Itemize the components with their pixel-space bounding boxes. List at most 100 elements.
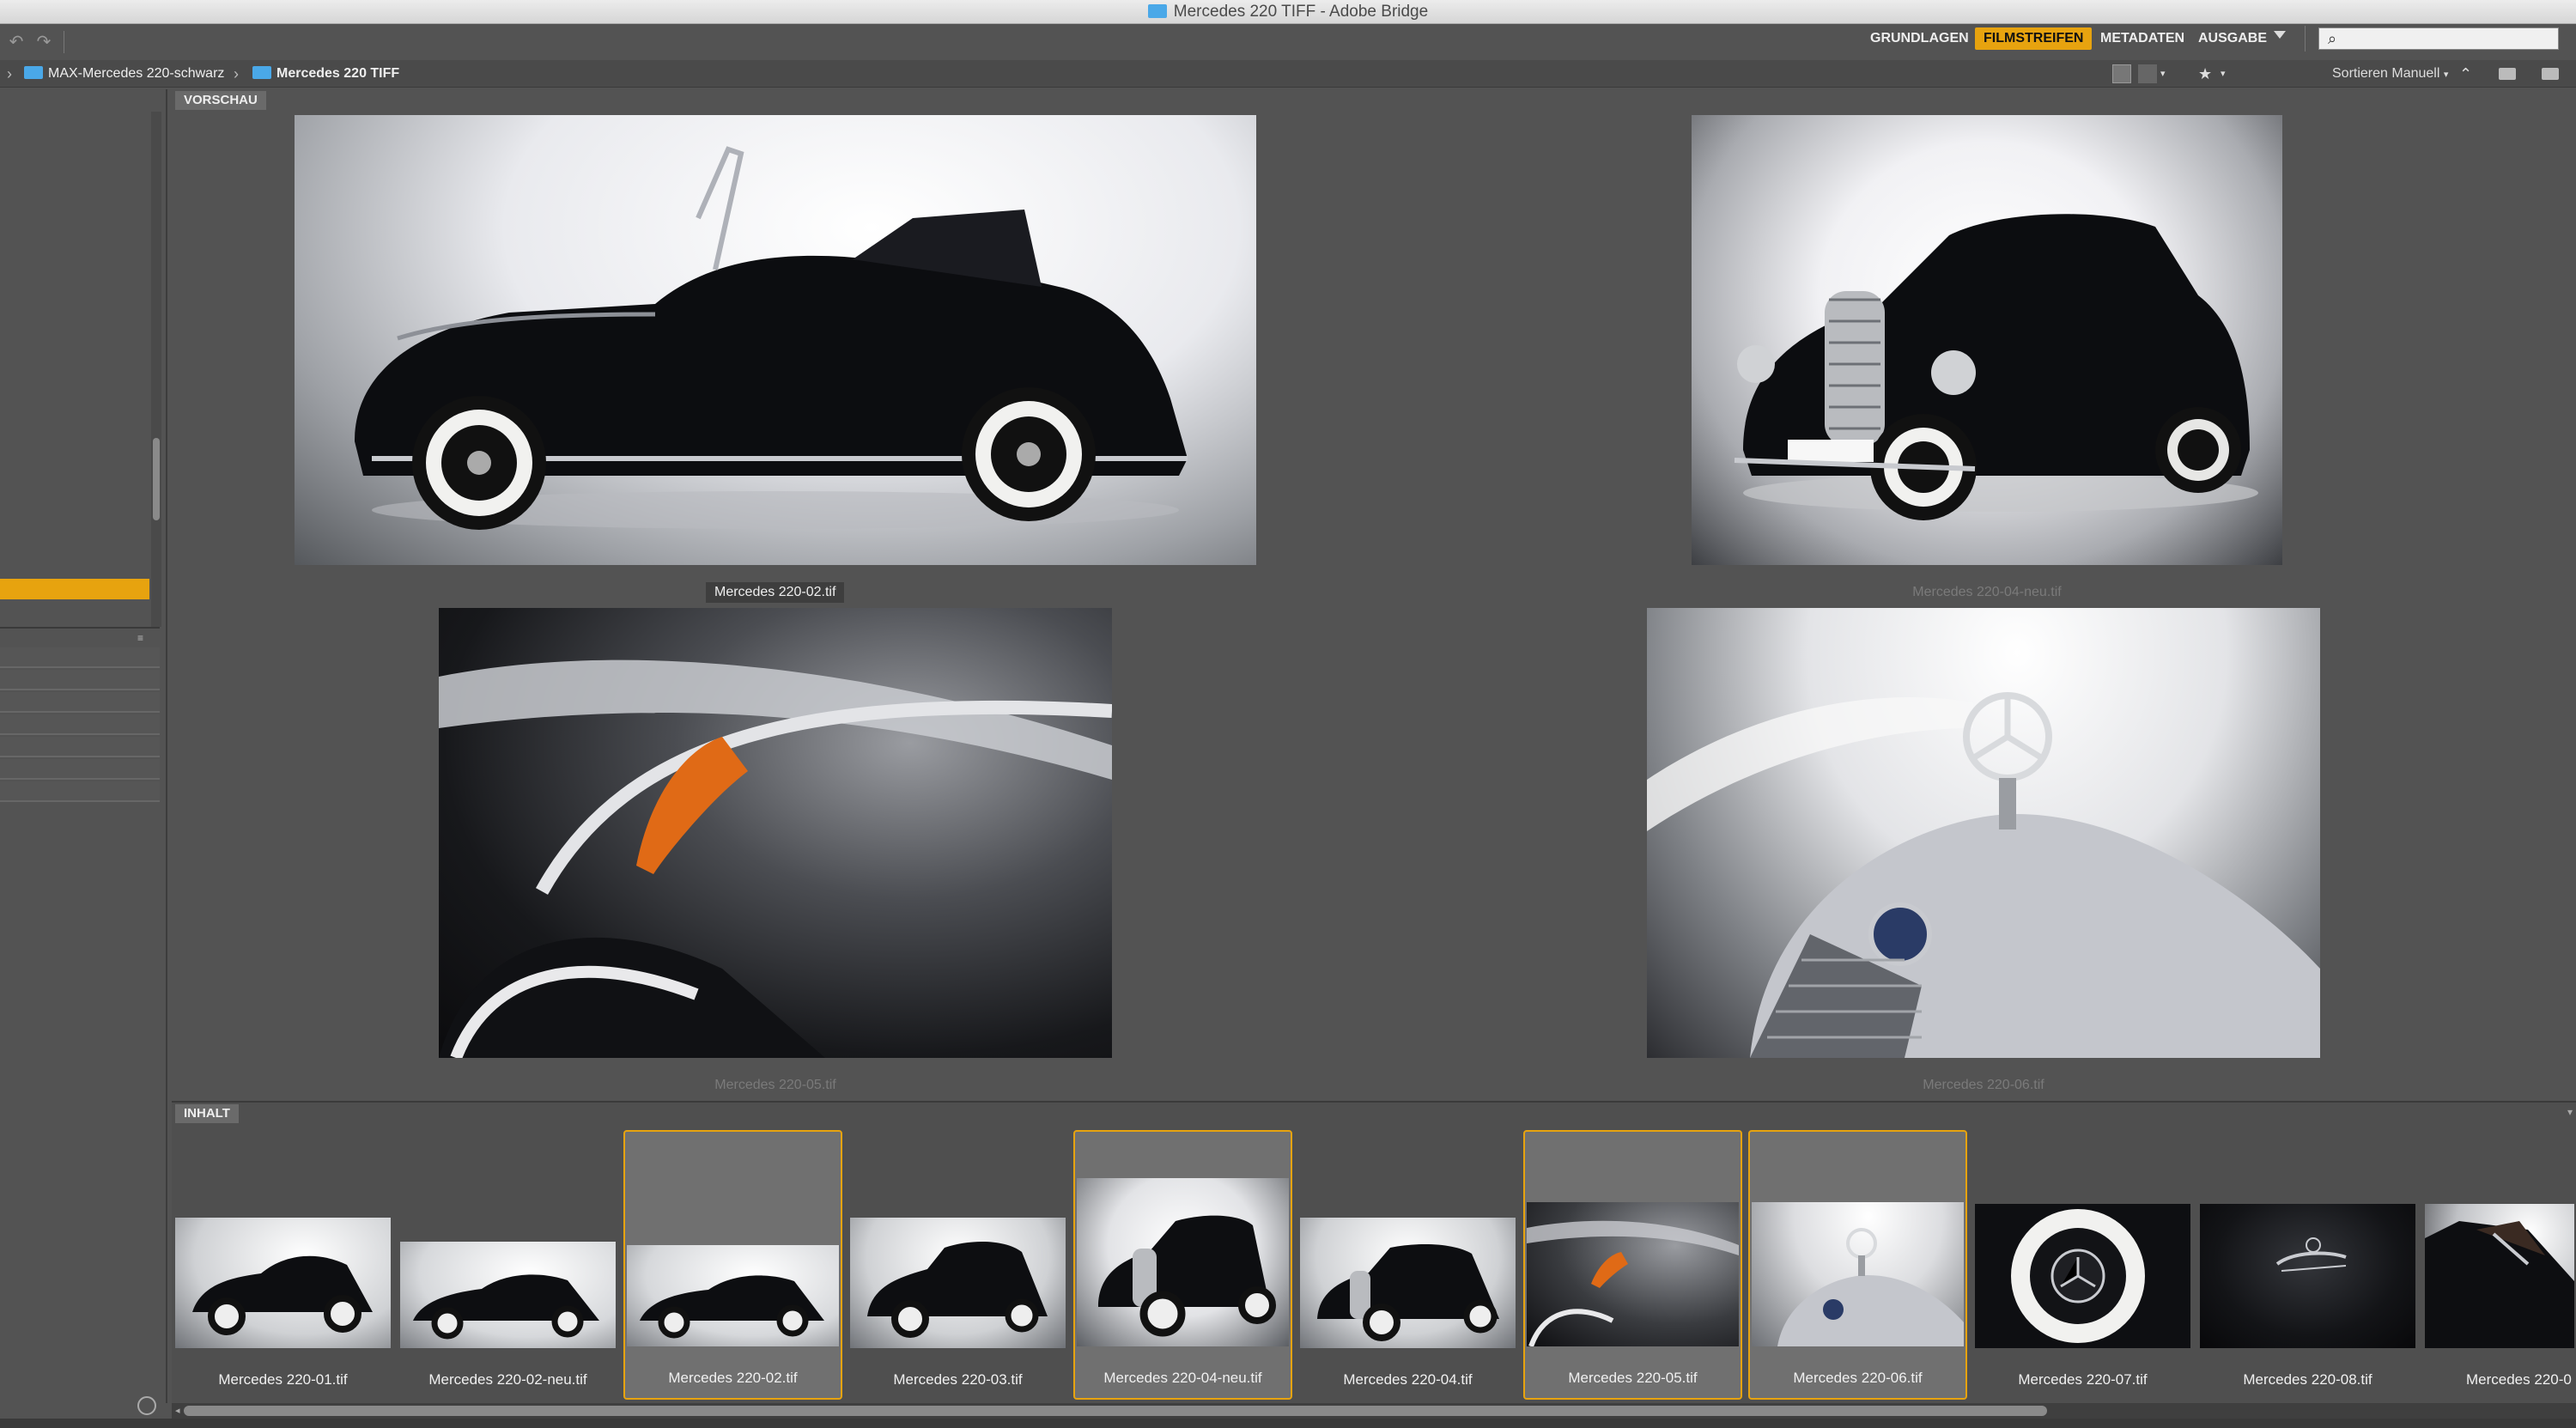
thumbnail-item[interactable]: Mercedes 220-01.tif <box>173 1130 392 1400</box>
breadcrumb-item[interactable]: Mercedes 220 TIFF <box>252 60 399 88</box>
folder-icon <box>252 66 271 79</box>
thumbnail-label: Mercedes 220-0 <box>2466 1371 2572 1388</box>
thumbnail-image <box>627 1245 839 1346</box>
left-panel-scrollbar[interactable] <box>151 112 161 627</box>
thumbnail-image <box>1975 1204 2190 1348</box>
workspace-grundlagen[interactable]: GRUNDLAGEN <box>1862 27 1978 50</box>
new-folder-icon[interactable] <box>2542 64 2561 83</box>
breadcrumb-label: Mercedes 220 TIFF <box>276 66 400 81</box>
panel-menu-icon[interactable]: ≡ <box>137 632 158 644</box>
hood-ornament-illustration <box>1647 692 2320 1058</box>
thumbnail-label: Mercedes 220-02.tif <box>668 1370 798 1386</box>
breadcrumb-item[interactable]: MAX-Mercedes 220-schwarz <box>24 60 224 88</box>
view-grid-icon[interactable] <box>2112 64 2131 83</box>
preview-caption: Mercedes 220-04-neu.tif <box>1912 585 2062 599</box>
content-horizontal-scrollbar[interactable]: ◂ <box>172 1403 2576 1419</box>
view-list-icon[interactable] <box>2138 64 2157 83</box>
open-recent-folder-icon[interactable] <box>2499 64 2518 83</box>
scrollbar-thumb[interactable] <box>184 1406 2047 1416</box>
sort-label: Sortieren Manuell <box>2332 66 2440 81</box>
thumbnail-label: Mercedes 220-04.tif <box>1343 1371 1473 1388</box>
thumbnail-image <box>1752 1202 1964 1346</box>
filter-row[interactable] <box>0 737 160 757</box>
thumbnail-image <box>1527 1202 1739 1346</box>
filter-row[interactable] <box>0 714 160 735</box>
thumbnail-label: Mercedes 220-02-neu.tif <box>428 1371 587 1388</box>
breadcrumb-label: MAX-Mercedes 220-schwarz <box>48 66 225 81</box>
star-filter-icon[interactable]: ★ <box>2198 64 2212 83</box>
search-field[interactable]: ⌕ <box>2318 27 2559 51</box>
preview-caption: Mercedes 220-05.tif <box>714 1078 836 1092</box>
redo-icon[interactable]: ↷ <box>33 31 55 53</box>
thumbnail-item[interactable]: Mercedes 220-06.tif <box>1748 1130 1967 1400</box>
thumbnail-image <box>175 1218 391 1348</box>
tab-inhalt[interactable]: INHALT <box>175 1104 239 1123</box>
filter-row[interactable] <box>0 692 160 713</box>
filter-row[interactable] <box>0 647 160 668</box>
scroll-left-icon[interactable]: ◂ <box>175 1405 180 1416</box>
preview-image-fender-detail[interactable] <box>439 608 1112 1058</box>
preview-caption: Mercedes 220-02.tif <box>706 582 845 603</box>
workspace-metadaten[interactable]: METADATEN <box>2092 27 2193 50</box>
filter-row[interactable] <box>0 759 160 780</box>
car-side-view-illustration <box>355 146 1188 530</box>
thumbnail-label: Mercedes 220-03.tif <box>893 1371 1023 1388</box>
path-expand-chevron-icon[interactable]: › <box>7 60 12 88</box>
undo-icon[interactable]: ↶ <box>5 31 27 53</box>
car-front-view-illustration <box>1734 214 2258 520</box>
preview-image-cabrio[interactable] <box>295 115 1256 565</box>
window-titlebar: Mercedes 220 TIFF - Adobe Bridge <box>0 0 2576 24</box>
window-title-text: Mercedes 220 TIFF - Adobe Bridge <box>1173 3 1429 21</box>
sort-menu[interactable]: Sortieren Manuell ▾ <box>2332 64 2448 83</box>
thumbnail-item[interactable]: Mercedes 220-0 <box>2423 1130 2574 1400</box>
path-bar: › MAX-Mercedes 220-schwarz › Mercedes 22… <box>0 60 2576 88</box>
selected-folder-row[interactable] <box>0 579 149 599</box>
filter-menu-chevron-icon[interactable]: ▾ <box>2221 64 2226 83</box>
workspace-ausgabe[interactable]: AUSGABE <box>2190 27 2275 50</box>
thumbnail-image <box>2200 1204 2415 1348</box>
tab-vorschau[interactable]: VORSCHAU <box>175 91 266 110</box>
search-icon: ⌕ <box>2328 30 2337 47</box>
thumbnail-item[interactable]: Mercedes 220-05.tif <box>1523 1130 1742 1400</box>
fender-detail-illustration <box>439 659 1112 1058</box>
thumbnail-label: Mercedes 220-06.tif <box>1793 1370 1923 1386</box>
preview-caption: Mercedes 220-06.tif <box>1923 1078 2044 1092</box>
thumbnail-label: Mercedes 220-08.tif <box>2243 1371 2372 1388</box>
thumbnail-item[interactable]: Mercedes 220-02-neu.tif <box>398 1130 617 1400</box>
sort-ascending-icon[interactable]: ⌃ <box>2459 64 2472 83</box>
thumbnail-image <box>400 1242 616 1348</box>
status-bar <box>0 1419 2576 1428</box>
left-panel-scrollbar-thumb[interactable] <box>153 438 160 520</box>
thumbnail-label: Mercedes 220-04-neu.tif <box>1103 1370 1262 1386</box>
window-title: Mercedes 220 TIFF - Adobe Bridge <box>0 0 2576 24</box>
thumbnail-image <box>850 1218 1066 1348</box>
content-panel: INHALT ▾ Mercedes 220-01.tif Mercedes 22… <box>172 1101 2576 1403</box>
preview-panel: VORSCHAU Mercedes 220-02.tif Mercedes 22… <box>172 89 2576 1101</box>
thumbnail-label: Mercedes 220-01.tif <box>218 1371 348 1388</box>
filter-row[interactable] <box>0 781 160 802</box>
clear-filter-icon[interactable] <box>137 1396 156 1415</box>
thumbnail-label: Mercedes 220-07.tif <box>2018 1371 2148 1388</box>
preview-image-coupe[interactable] <box>1692 115 2282 565</box>
thumbnail-label: Mercedes 220-05.tif <box>1568 1370 1698 1386</box>
left-panel: ≡ <box>0 89 167 1415</box>
search-input[interactable] <box>2354 28 2555 51</box>
thumbnail-item[interactable]: Mercedes 220-04.tif <box>1298 1130 1517 1400</box>
thumbnail-item[interactable]: Mercedes 220-08.tif <box>2198 1130 2417 1400</box>
view-menu-chevron-icon[interactable]: ▾ <box>2160 64 2166 83</box>
preview-image-hood-ornament[interactable] <box>1647 608 2320 1058</box>
workspace-filmstreifen[interactable]: FILMSTREIFEN <box>1975 27 2093 50</box>
thumbnail-item[interactable]: Mercedes 220-03.tif <box>848 1130 1067 1400</box>
thumbnail-item[interactable]: Mercedes 220-04-neu.tif <box>1073 1130 1292 1400</box>
toolbar-divider <box>2305 26 2306 52</box>
thumbnail-item[interactable]: Mercedes 220-07.tif <box>1973 1130 2192 1400</box>
folder-icon <box>24 66 43 79</box>
panel-divider <box>0 627 160 629</box>
thumbnail-item[interactable]: Mercedes 220-02.tif <box>623 1130 842 1400</box>
panel-menu-icon[interactable]: ▾ <box>2567 1106 2573 1118</box>
sort-chevron-icon: ▾ <box>2443 70 2449 80</box>
workspace-menu-chevron-icon[interactable] <box>2274 31 2286 39</box>
thumbnail-image <box>2425 1204 2574 1348</box>
thumbnail-image <box>1077 1178 1289 1346</box>
filter-row[interactable] <box>0 670 160 690</box>
